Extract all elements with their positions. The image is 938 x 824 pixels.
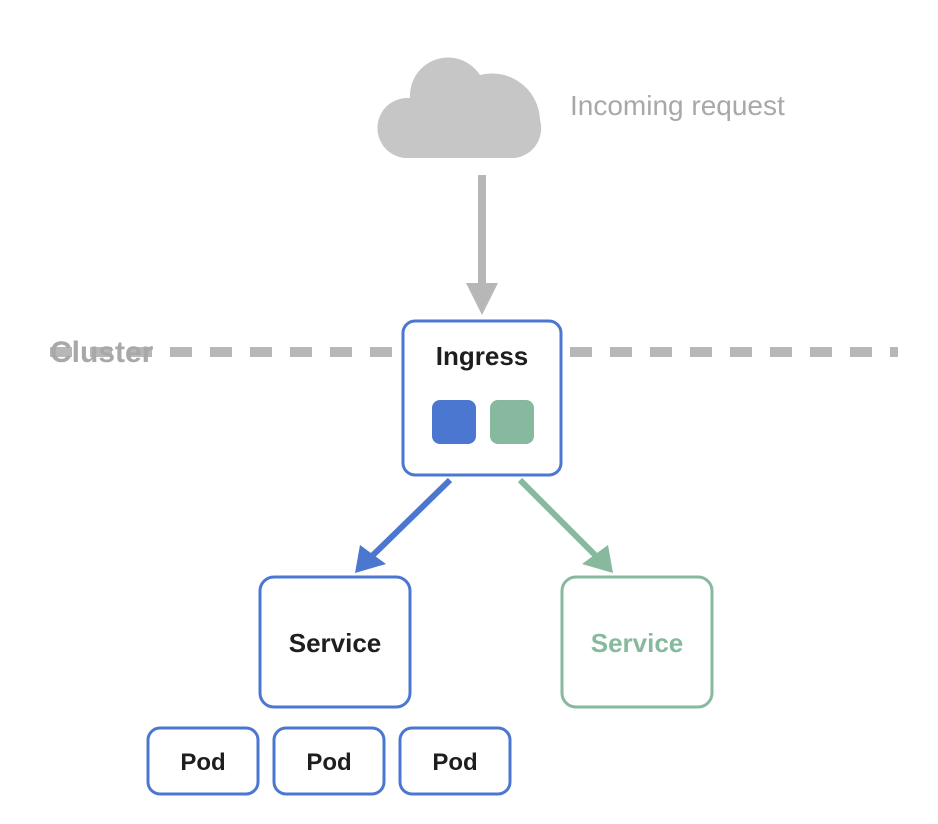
ingress-route-blue-icon [432,400,476,444]
service-green-box: Service [562,577,712,707]
pod-1-box: Pod [148,728,258,794]
arrow-ingress-to-green-service [520,480,613,573]
cluster-label: Cluster [50,336,154,369]
ingress-route-green-icon [490,400,534,444]
pod-3-box: Pod [400,728,510,794]
pod-2-box: Pod [274,728,384,794]
service-blue-box: Service [260,577,410,707]
arrow-cloud-to-ingress [466,175,498,315]
service-blue-label: Service [289,628,382,658]
kubernetes-ingress-diagram: Incoming request Cluster Ingress Service… [0,0,938,824]
ingress-label: Ingress [436,341,529,371]
service-green-label: Service [591,628,684,658]
pod-1-label: Pod [180,749,225,776]
incoming-request-label: Incoming request [570,90,785,121]
arrow-ingress-to-blue-service [355,480,450,573]
ingress-box: Ingress [403,321,561,475]
cloud-icon [377,57,541,158]
pod-3-label: Pod [432,749,477,776]
pod-2-label: Pod [306,749,351,776]
